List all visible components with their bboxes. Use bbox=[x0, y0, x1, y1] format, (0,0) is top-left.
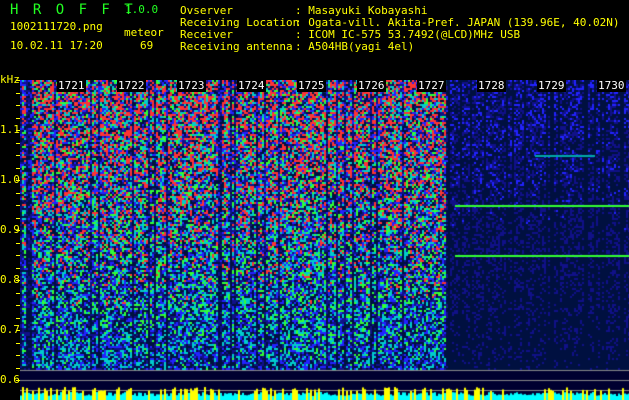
y-tick bbox=[16, 317, 20, 319]
y-tick bbox=[16, 217, 20, 219]
y-tick bbox=[16, 255, 20, 256]
datetime: 10.02.11 17:20 bbox=[10, 39, 103, 52]
x-tick-label: 1724 bbox=[237, 79, 266, 92]
y-tick bbox=[16, 205, 20, 206]
y-tick bbox=[16, 267, 20, 269]
info-value: : A504HB(yagi 4el) bbox=[295, 40, 415, 53]
y-tick bbox=[16, 180, 20, 181]
x-tick-label: 1727 bbox=[417, 79, 446, 92]
y-tick bbox=[16, 330, 20, 331]
app-title: H R O F F T bbox=[10, 2, 136, 18]
y-tick bbox=[16, 292, 20, 294]
y-tick bbox=[16, 117, 20, 119]
x-tick-label: 1726 bbox=[357, 79, 386, 92]
x-tick-label: 1725 bbox=[297, 79, 326, 92]
y-tick bbox=[16, 130, 20, 131]
y-tick bbox=[16, 80, 20, 81]
x-tick-label: 1722 bbox=[117, 79, 146, 92]
filename: 1002111720.png bbox=[10, 20, 103, 33]
info-label: Receiving antenna bbox=[180, 40, 293, 53]
y-tick bbox=[16, 230, 20, 231]
y-tick bbox=[16, 167, 20, 169]
app-version: 1.0.0 bbox=[125, 3, 159, 16]
y-tick bbox=[16, 192, 20, 194]
y-tick bbox=[16, 242, 20, 244]
y-tick bbox=[16, 105, 20, 106]
x-tick-label: 1721 bbox=[57, 79, 86, 92]
x-tick-label: 1729 bbox=[537, 79, 566, 92]
y-tick bbox=[16, 305, 20, 306]
meteor-count: 69 bbox=[140, 39, 154, 52]
y-tick bbox=[16, 142, 20, 144]
y-tick bbox=[16, 155, 20, 156]
y-tick bbox=[16, 380, 20, 381]
meteor-label: meteor bbox=[124, 26, 164, 39]
x-tick-label: 1730 bbox=[597, 79, 626, 92]
spectrogram bbox=[20, 80, 629, 400]
x-tick-label: 1723 bbox=[177, 79, 206, 92]
y-tick bbox=[16, 280, 20, 281]
x-tick-label: 1728 bbox=[477, 79, 506, 92]
y-tick bbox=[16, 367, 20, 369]
y-tick bbox=[16, 92, 20, 94]
y-tick bbox=[16, 342, 20, 344]
y-tick bbox=[16, 355, 20, 356]
